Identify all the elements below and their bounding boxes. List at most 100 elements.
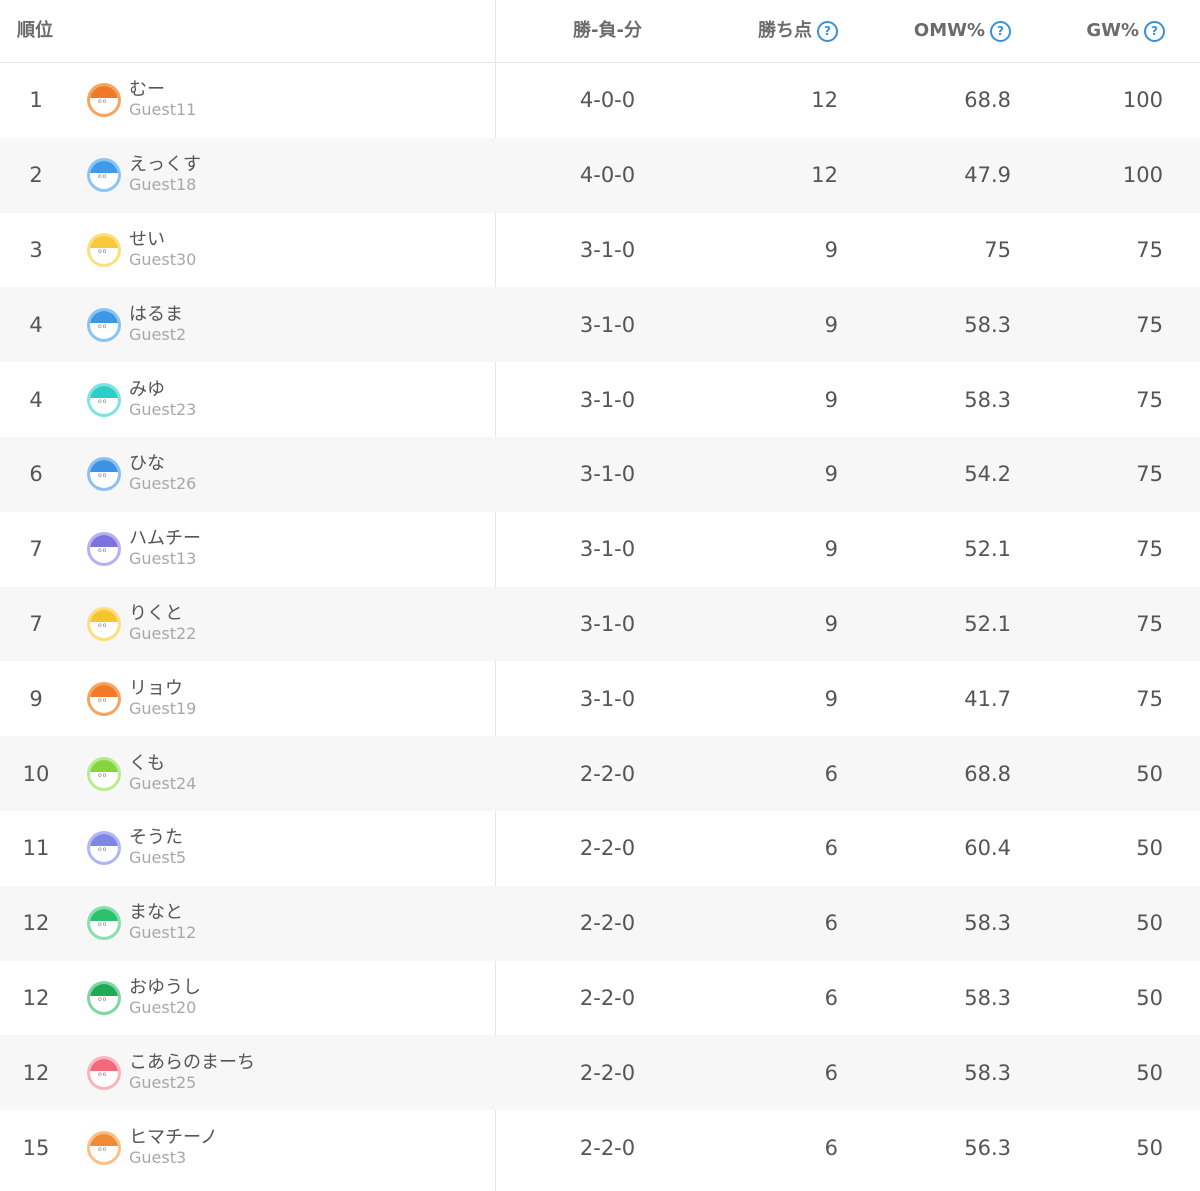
help-icon[interactable]: ? bbox=[1144, 20, 1165, 42]
player-name: まなと bbox=[129, 902, 183, 924]
avatar-eyes-icon: oo bbox=[98, 173, 108, 181]
player-cell: oo リョウ Guest19 bbox=[87, 661, 196, 736]
player-name-block: ヒマチーノ Guest3 bbox=[129, 1126, 218, 1168]
avatar-hair bbox=[90, 909, 118, 922]
player-cell: oo ハムチー Guest13 bbox=[87, 512, 201, 587]
avatar-face-icon: oo bbox=[90, 1133, 118, 1162]
player-name: ひな bbox=[129, 453, 165, 475]
record-cell: 3-1-0 bbox=[579, 686, 636, 711]
avatar-eyes-icon: oo bbox=[98, 995, 108, 1003]
avatar-hair bbox=[90, 983, 118, 996]
record-cell: 2-2-0 bbox=[579, 985, 636, 1010]
record-cell: 2-2-0 bbox=[579, 1135, 636, 1160]
table-row[interactable]: 7 oo ハムチー Guest13 3-1-0 9 52.1 75 bbox=[0, 512, 1200, 587]
avatar: oo bbox=[87, 906, 121, 941]
avatar-face-icon: oo bbox=[90, 909, 118, 938]
record-cell: 3-1-0 bbox=[579, 312, 636, 337]
player-cell: oo はるま Guest2 bbox=[87, 287, 186, 362]
player-guest-id: Guest3 bbox=[129, 1147, 187, 1167]
avatar-hair bbox=[90, 834, 118, 847]
avatar-eyes-icon: oo bbox=[98, 696, 108, 704]
record-cell: 3-1-0 bbox=[579, 611, 636, 636]
table-row[interactable]: 12 oo おゆうし Guest20 2-2-0 6 58.3 50 bbox=[0, 961, 1200, 1036]
player-cell: oo みゆ Guest23 bbox=[87, 362, 196, 437]
avatar-eyes-icon: oo bbox=[98, 621, 108, 629]
points-cell: 9 bbox=[824, 462, 838, 487]
player-guest-id: Guest18 bbox=[129, 175, 197, 195]
record-cell: 3-1-0 bbox=[579, 387, 636, 412]
player-name-block: みゆ Guest23 bbox=[129, 378, 197, 420]
gw-cell: 100 bbox=[1122, 88, 1163, 113]
rank-cell: 7 bbox=[29, 611, 43, 636]
omw-cell: 68.8 bbox=[964, 761, 1011, 786]
rank-cell: 2 bbox=[29, 163, 43, 188]
avatar-hair bbox=[90, 161, 118, 174]
table-row[interactable]: 4 oo みゆ Guest23 3-1-0 9 58.3 75 bbox=[0, 362, 1200, 437]
table-row[interactable]: 11 oo そうた Guest5 2-2-0 6 60.4 50 bbox=[0, 811, 1200, 886]
table-row[interactable]: 12 oo こあらのまーち Guest25 2-2-0 6 58.3 50 bbox=[0, 1035, 1200, 1111]
avatar-hair bbox=[90, 1058, 118, 1071]
header-points: 勝ち点 ? bbox=[758, 0, 838, 62]
table-row[interactable]: 1 oo むー Guest11 4-0-0 12 68.8 100 bbox=[0, 63, 1200, 138]
player-guest-id: Guest24 bbox=[129, 773, 197, 793]
table-row[interactable]: 3 oo せい Guest30 3-1-0 9 75 75 bbox=[0, 213, 1200, 288]
player-cell: oo せい Guest30 bbox=[87, 213, 196, 288]
table-row[interactable]: 10 oo くも Guest24 2-2-0 6 68.8 50 bbox=[0, 736, 1200, 811]
avatar-eyes-icon: oo bbox=[98, 98, 108, 106]
omw-cell: 68.8 bbox=[964, 88, 1011, 113]
player-guest-id: Guest13 bbox=[129, 549, 197, 569]
omw-cell: 58.3 bbox=[964, 1060, 1011, 1085]
player-name: せい bbox=[129, 228, 165, 250]
avatar-face-icon: oo bbox=[90, 385, 118, 414]
omw-cell: 58.3 bbox=[964, 911, 1011, 936]
help-icon[interactable]: ? bbox=[817, 20, 838, 42]
points-cell: 9 bbox=[824, 686, 838, 711]
record-cell: 2-2-0 bbox=[579, 761, 636, 786]
rank-cell: 10 bbox=[22, 761, 50, 786]
player-name: むー bbox=[129, 79, 165, 101]
table-header: 順位 勝-負-分 勝ち点 ? OMW% ? GW% ? bbox=[0, 0, 1200, 63]
avatar-face-icon: oo bbox=[90, 310, 118, 339]
points-cell: 6 bbox=[824, 985, 838, 1010]
table-row[interactable]: 9 oo リョウ Guest19 3-1-0 9 41.7 75 bbox=[0, 661, 1200, 736]
avatar-face-icon: oo bbox=[90, 834, 118, 863]
gw-cell: 50 bbox=[1136, 761, 1163, 786]
player-name: そうた bbox=[129, 827, 183, 849]
points-cell: 6 bbox=[824, 1060, 838, 1085]
points-cell: 6 bbox=[824, 1135, 838, 1160]
record-cell: 3-1-0 bbox=[579, 237, 636, 262]
omw-cell: 52.1 bbox=[964, 611, 1011, 636]
avatar-face-icon: oo bbox=[90, 1058, 118, 1087]
help-icon[interactable]: ? bbox=[990, 20, 1011, 42]
player-name-block: はるま Guest2 bbox=[129, 304, 186, 345]
table-row[interactable]: 15 oo ヒマチーノ Guest3 2-2-0 6 56.3 50 bbox=[0, 1110, 1200, 1185]
avatar-face-icon: oo bbox=[90, 535, 118, 564]
table-row[interactable]: 6 oo ひな Guest26 3-1-0 9 54.2 75 bbox=[0, 436, 1200, 512]
player-name: ヒマチーノ bbox=[129, 1126, 218, 1148]
table-row[interactable]: 12 oo まなと Guest12 2-2-0 6 58.3 50 bbox=[0, 885, 1200, 961]
table-row[interactable]: 4 oo はるま Guest2 3-1-0 9 58.3 75 bbox=[0, 287, 1200, 363]
avatar-eyes-icon: oo bbox=[98, 921, 108, 929]
rank-cell: 7 bbox=[29, 537, 43, 562]
avatar-hair bbox=[90, 535, 118, 548]
table-row[interactable]: 7 oo りくと Guest22 3-1-0 9 52.1 75 bbox=[0, 586, 1200, 662]
table-row[interactable]: 2 oo えっくす Guest18 4-0-0 12 47.9 100 bbox=[0, 137, 1200, 213]
player-guest-id: Guest11 bbox=[129, 100, 197, 120]
avatar-hair bbox=[90, 609, 118, 622]
player-name-block: そうた Guest5 bbox=[129, 828, 186, 868]
player-guest-id: Guest23 bbox=[129, 399, 197, 419]
points-cell: 12 bbox=[811, 88, 838, 113]
rank-cell: 9 bbox=[29, 686, 43, 711]
player-name-block: むー Guest11 bbox=[129, 80, 196, 120]
avatar-eyes-icon: oo bbox=[98, 771, 108, 779]
table-body: 1 oo むー Guest11 4-0-0 12 68.8 100 2 oo え… bbox=[0, 63, 1200, 1185]
gw-cell: 50 bbox=[1136, 1060, 1163, 1085]
player-name-block: えっくす Guest18 bbox=[129, 155, 201, 195]
omw-cell: 75 bbox=[984, 237, 1011, 262]
record-cell: 2-2-0 bbox=[579, 1060, 636, 1085]
player-name: みゆ bbox=[129, 378, 165, 400]
record-cell: 3-1-0 bbox=[579, 462, 636, 487]
player-guest-id: Guest26 bbox=[129, 474, 197, 494]
avatar-eyes-icon: oo bbox=[98, 472, 108, 480]
avatar-face-icon: oo bbox=[90, 759, 118, 788]
